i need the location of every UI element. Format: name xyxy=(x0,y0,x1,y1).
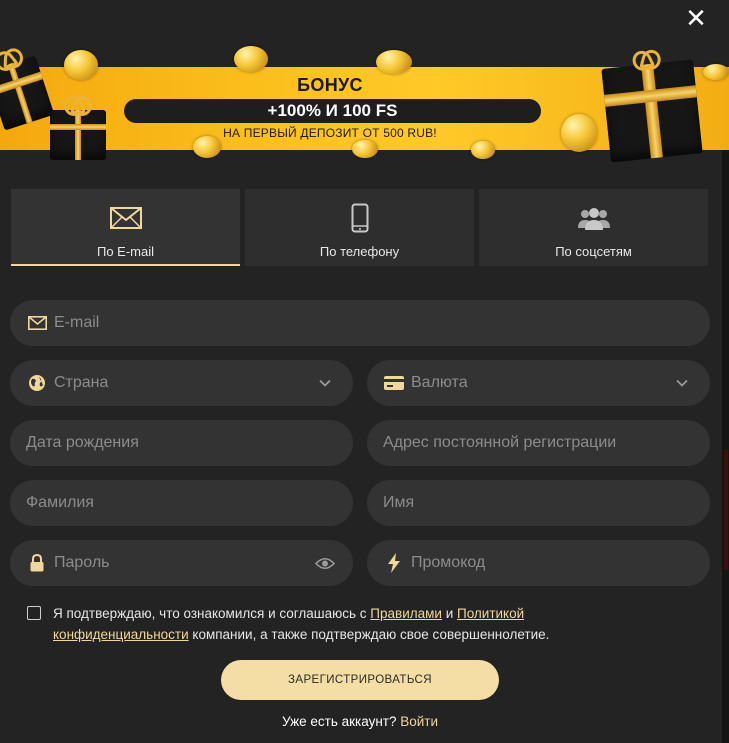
policy-link-cont[interactable]: конфиденциальности xyxy=(53,627,189,642)
login-prompt: Уже есть аккаунт? Войти xyxy=(0,714,720,729)
policy-link[interactable]: Политикой xyxy=(457,606,524,621)
bonus-banner: БОНУС +100% И 100 FS НА ПЕРВЫЙ ДЕПОЗИТ О… xyxy=(0,0,729,165)
birthdate-placeholder: Дата рождения xyxy=(26,434,139,451)
password-placeholder: Пароль xyxy=(54,554,110,571)
rules-link[interactable]: Правилами xyxy=(370,606,442,621)
banner-offer: +100% И 100 FS xyxy=(124,99,541,123)
birthdate-field[interactable]: Дата рождения xyxy=(10,420,353,466)
close-icon[interactable]: ✕ xyxy=(685,5,707,31)
consent-and: и xyxy=(441,606,457,621)
banner-title: БОНУС xyxy=(297,75,363,95)
envelope-icon xyxy=(26,312,48,334)
coin-decoration xyxy=(471,141,495,159)
country-placeholder: Страна xyxy=(54,374,109,391)
last-name-placeholder: Фамилия xyxy=(26,494,94,511)
consent-suffix: компании, а также подтверждаю свое совер… xyxy=(188,627,550,642)
lightning-icon xyxy=(383,552,405,574)
address-field[interactable]: Адрес постоянной регистрации xyxy=(367,420,710,466)
consent-prefix: Я подтверждаю, что ознакомился и соглаша… xyxy=(53,606,371,621)
last-name-field[interactable]: Фамилия xyxy=(10,480,353,526)
eye-icon[interactable] xyxy=(315,553,335,573)
coin-decoration xyxy=(352,140,378,158)
currency-select[interactable]: Валюта xyxy=(367,360,710,406)
coin-decoration xyxy=(703,64,729,80)
promo-field[interactable]: Промокод xyxy=(367,540,710,586)
globe-icon xyxy=(26,372,48,394)
consent-text: Я подтверждаю, что ознакомился и соглаша… xyxy=(53,603,633,645)
tab-phone[interactable]: По телефону xyxy=(245,189,474,266)
first-name-placeholder: Имя xyxy=(383,494,415,511)
password-field[interactable]: Пароль xyxy=(10,540,353,586)
tab-email-label: По E-mail xyxy=(96,244,155,259)
users-icon xyxy=(577,203,610,233)
tab-email[interactable]: По E-mail xyxy=(11,189,240,266)
email-placeholder: E-mail xyxy=(54,314,100,331)
banner-subtitle: НА ПЕРВЫЙ ДЕПОЗИТ ОТ 500 RUB! xyxy=(223,126,437,140)
currency-placeholder: Валюта xyxy=(411,374,468,391)
login-link[interactable]: Войти xyxy=(400,714,438,729)
tab-social-label: По соцсетям xyxy=(555,244,632,259)
promo-placeholder: Промокод xyxy=(411,554,486,571)
envelope-icon xyxy=(109,203,142,233)
first-name-field[interactable]: Имя xyxy=(367,480,710,526)
consent-checkbox[interactable] xyxy=(27,606,41,620)
tab-phone-label: По телефону xyxy=(319,244,400,259)
lock-icon xyxy=(26,552,48,574)
phone-icon xyxy=(351,203,369,233)
side-scroll-strip xyxy=(722,150,729,743)
coin-decoration xyxy=(376,50,412,74)
address-placeholder: Адрес постоянной регистрации xyxy=(383,434,617,451)
registration-method-tabs: По E-mail По телефону По соцсетям xyxy=(11,189,708,266)
chevron-down-icon xyxy=(672,373,692,393)
card-icon xyxy=(383,372,405,394)
chevron-down-icon xyxy=(315,373,335,393)
country-select[interactable]: Страна xyxy=(10,360,353,406)
email-field[interactable]: E-mail xyxy=(10,300,710,346)
coin-decoration xyxy=(234,46,268,72)
tab-social[interactable]: По соцсетям xyxy=(479,189,708,266)
login-question: Уже есть аккаунт? xyxy=(281,714,397,729)
register-button[interactable]: ЗАРЕГИСТРИРОВАТЬСЯ xyxy=(221,660,499,700)
